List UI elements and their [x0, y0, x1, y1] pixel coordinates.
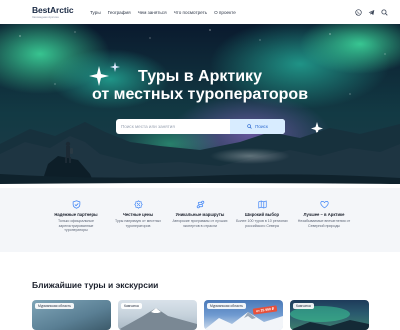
- whatsapp-icon[interactable]: [355, 8, 362, 16]
- hero-banner: Туры в Арктику от местных туроператоров …: [0, 24, 400, 188]
- nav-item-sights[interactable]: Что посмотреть: [174, 10, 207, 15]
- hero-title-line1: Туры в Арктику: [138, 68, 262, 85]
- logo-title: BestArctic: [32, 4, 74, 15]
- feature-item: Уникальные маршруты Авторские программы …: [172, 200, 228, 252]
- tour-card-region: Камчатка: [293, 303, 314, 309]
- aurora-background-image: [0, 24, 400, 188]
- feature-desc: Только официальные зарегистрированные ту…: [58, 219, 94, 233]
- tour-card[interactable]: Камчатка: [290, 300, 369, 330]
- feature-item: Лучшее – в Арктике Незабываемые впечатле…: [296, 200, 352, 252]
- tour-card[interactable]: Мурманская область: [32, 300, 111, 330]
- search-button[interactable]: Поиск: [230, 119, 285, 134]
- feature-desc: Более 100 туров в 10 регионах российског…: [236, 219, 288, 228]
- route-icon: [196, 200, 204, 209]
- features-section: Надежные партнеры Только официальные зар…: [0, 188, 400, 252]
- hero-search-bar: Поиск: [116, 119, 285, 134]
- site-header: BestArctic Заповедная Арктика Туры Геогр…: [0, 0, 400, 24]
- tour-card[interactable]: Мурманская область от 25 990 ₽: [204, 300, 283, 330]
- feature-title: Широкий выбор: [244, 212, 280, 217]
- feature-item: Надежные партнеры Только официальные зар…: [48, 200, 104, 252]
- tour-card-region: Мурманская область: [207, 303, 246, 309]
- tour-card-region: Мурманская область: [35, 303, 74, 309]
- feature-item: Честные цены Туры напрямую от местных ту…: [110, 200, 166, 252]
- feature-title: Надежные партнеры: [54, 212, 98, 217]
- nav-item-geography[interactable]: География: [108, 10, 131, 15]
- logo[interactable]: BestArctic Заповедная Арктика: [32, 4, 84, 19]
- shield-check-icon: [72, 200, 80, 209]
- tour-card[interactable]: Камчатка: [118, 300, 197, 330]
- hero-title-line2: от местных туроператоров: [91, 86, 309, 103]
- search-icon: [247, 124, 252, 129]
- tours-section-title: Ближайшие туры и экскурсии: [32, 280, 159, 290]
- nav-item-about[interactable]: О проекте: [214, 10, 236, 15]
- telegram-icon[interactable]: [368, 9, 375, 16]
- hero-title: Туры в Арктику от местных туроператоров: [0, 68, 400, 104]
- search-icon[interactable]: [381, 8, 388, 16]
- header-icons: [355, 8, 388, 16]
- tour-cards: Мурманская область Камчатка Мурманская о…: [32, 300, 372, 330]
- main-nav: Туры География Чем заняться Что посмотре…: [90, 10, 236, 15]
- feature-desc: Незабываемые впечатления от Северной при…: [297, 219, 351, 228]
- nav-item-tours[interactable]: Туры: [90, 10, 101, 15]
- nav-item-activities[interactable]: Чем заняться: [138, 10, 167, 15]
- percent-badge-icon: [133, 200, 143, 209]
- logo-subtitle: Заповедная Арктика: [32, 14, 59, 19]
- feature-title: Лучшее – в Арктике: [303, 212, 345, 217]
- map-icon: [257, 200, 267, 209]
- search-input[interactable]: [116, 119, 230, 134]
- feature-desc: Туры напрямую от местных туроператоров: [114, 219, 161, 228]
- tour-card-region: Камчатка: [121, 303, 142, 309]
- feature-title: Уникальные маршруты: [175, 212, 225, 217]
- feature-item: Широкий выбор Более 100 туров в 10 регио…: [234, 200, 290, 252]
- heart-icon: [319, 201, 329, 209]
- search-button-label: Поиск: [255, 124, 268, 129]
- feature-title: Честные цены: [122, 212, 154, 217]
- feature-desc: Авторские программы от лучших экспертов …: [172, 219, 228, 228]
